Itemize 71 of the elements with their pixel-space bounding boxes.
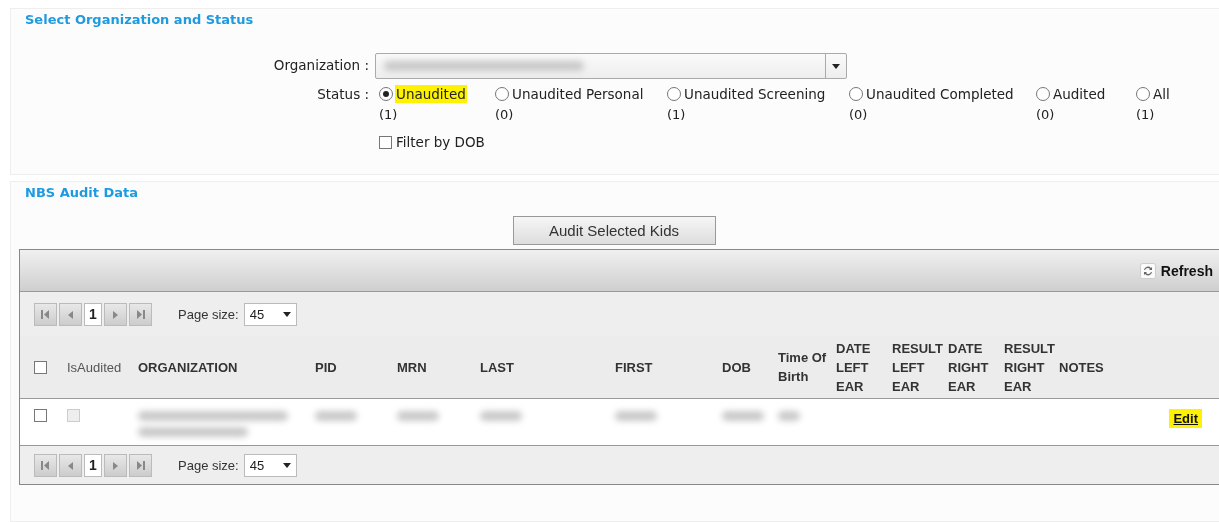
column-header[interactable]: FIRST [615, 357, 722, 377]
status-count: (1) [379, 107, 398, 122]
redacted-text [778, 411, 800, 421]
previous-page-button[interactable] [59, 453, 82, 477]
page-number[interactable]: 1 [84, 453, 102, 477]
radio-button[interactable] [1136, 87, 1150, 101]
next-page-button[interactable] [104, 453, 127, 477]
column-header: IsAudited [67, 358, 123, 377]
column-header[interactable]: DATE LEFT EAR [836, 338, 892, 396]
status-count: (0) [1036, 107, 1055, 122]
last-page-button[interactable] [129, 453, 152, 477]
column-header[interactable]: NOTES [1059, 357, 1219, 377]
select-all-checkbox[interactable] [34, 360, 47, 374]
status-option-label: Unaudited Completed [865, 85, 1015, 103]
audit-selected-button[interactable]: Audit Selected Kids [512, 216, 716, 245]
redacted-text [722, 411, 764, 421]
section-title: NBS Audit Data [24, 184, 140, 200]
last-page-button[interactable] [129, 302, 152, 326]
redacted-text [615, 411, 657, 421]
status-option-label: Unaudited Screening [683, 85, 827, 103]
status-count: (1) [1136, 107, 1155, 122]
organization-select[interactable] [375, 53, 847, 79]
organization-label: Organization : [272, 56, 370, 75]
column-header[interactable]: RESULT LEFT EAR [892, 338, 948, 396]
section-title: Select Organization and Status [24, 11, 255, 27]
column-header[interactable]: DATE RIGHT EAR [948, 338, 1004, 396]
column-header[interactable]: Time Of Birth [778, 348, 836, 386]
radio-button[interactable] [495, 87, 509, 101]
column-header[interactable]: ORGANIZATION [138, 357, 315, 377]
page-size-select[interactable]: 45 [243, 453, 297, 477]
page-size-label: Page size: [178, 457, 239, 473]
edit-link[interactable]: Edit [1169, 409, 1202, 428]
caret-icon [282, 311, 291, 317]
status-count: (0) [849, 107, 868, 122]
refresh-button[interactable]: Refresh [1139, 262, 1213, 279]
column-header[interactable]: LAST [480, 357, 615, 377]
column-header[interactable]: DOB [722, 357, 778, 377]
status-option-label: Unaudited Personal [511, 85, 645, 103]
checkbox[interactable] [379, 135, 392, 149]
radio-button[interactable] [667, 87, 681, 101]
redacted-text [480, 411, 522, 421]
page-size-select[interactable]: 45 [243, 302, 297, 326]
radio-button[interactable] [379, 87, 393, 101]
status-label: Status : [316, 85, 370, 103]
column-header[interactable]: PID [315, 357, 397, 377]
refresh-icon [1139, 262, 1156, 279]
caret-icon [832, 63, 840, 69]
status-option-label: Unaudited [395, 85, 467, 103]
status-count: (0) [495, 107, 514, 122]
first-page-icon [41, 309, 50, 319]
last-page-icon [136, 460, 145, 470]
redacted-text [315, 411, 357, 421]
first-page-button[interactable] [34, 453, 57, 477]
row-checkbox[interactable] [34, 409, 47, 422]
radio-button[interactable] [1036, 87, 1050, 101]
next-page-button[interactable] [104, 302, 127, 326]
last-page-icon [136, 309, 145, 319]
page-size-label: Page size: [178, 306, 239, 322]
radio-button[interactable] [849, 87, 863, 101]
first-page-button[interactable] [34, 302, 57, 326]
first-page-icon [41, 460, 50, 470]
previous-page-button[interactable] [59, 302, 82, 326]
caret-icon [282, 462, 291, 468]
page-number[interactable]: 1 [84, 302, 102, 326]
redacted-text [397, 411, 439, 421]
column-header[interactable]: RESULT RIGHT EAR [1004, 338, 1059, 396]
status-count: (1) [667, 107, 686, 122]
status-option-label: All [1152, 85, 1171, 103]
checkbox-label: Filter by DOB [396, 134, 485, 150]
status-option-label: Audited [1052, 85, 1107, 103]
column-header[interactable]: MRN [397, 357, 480, 377]
